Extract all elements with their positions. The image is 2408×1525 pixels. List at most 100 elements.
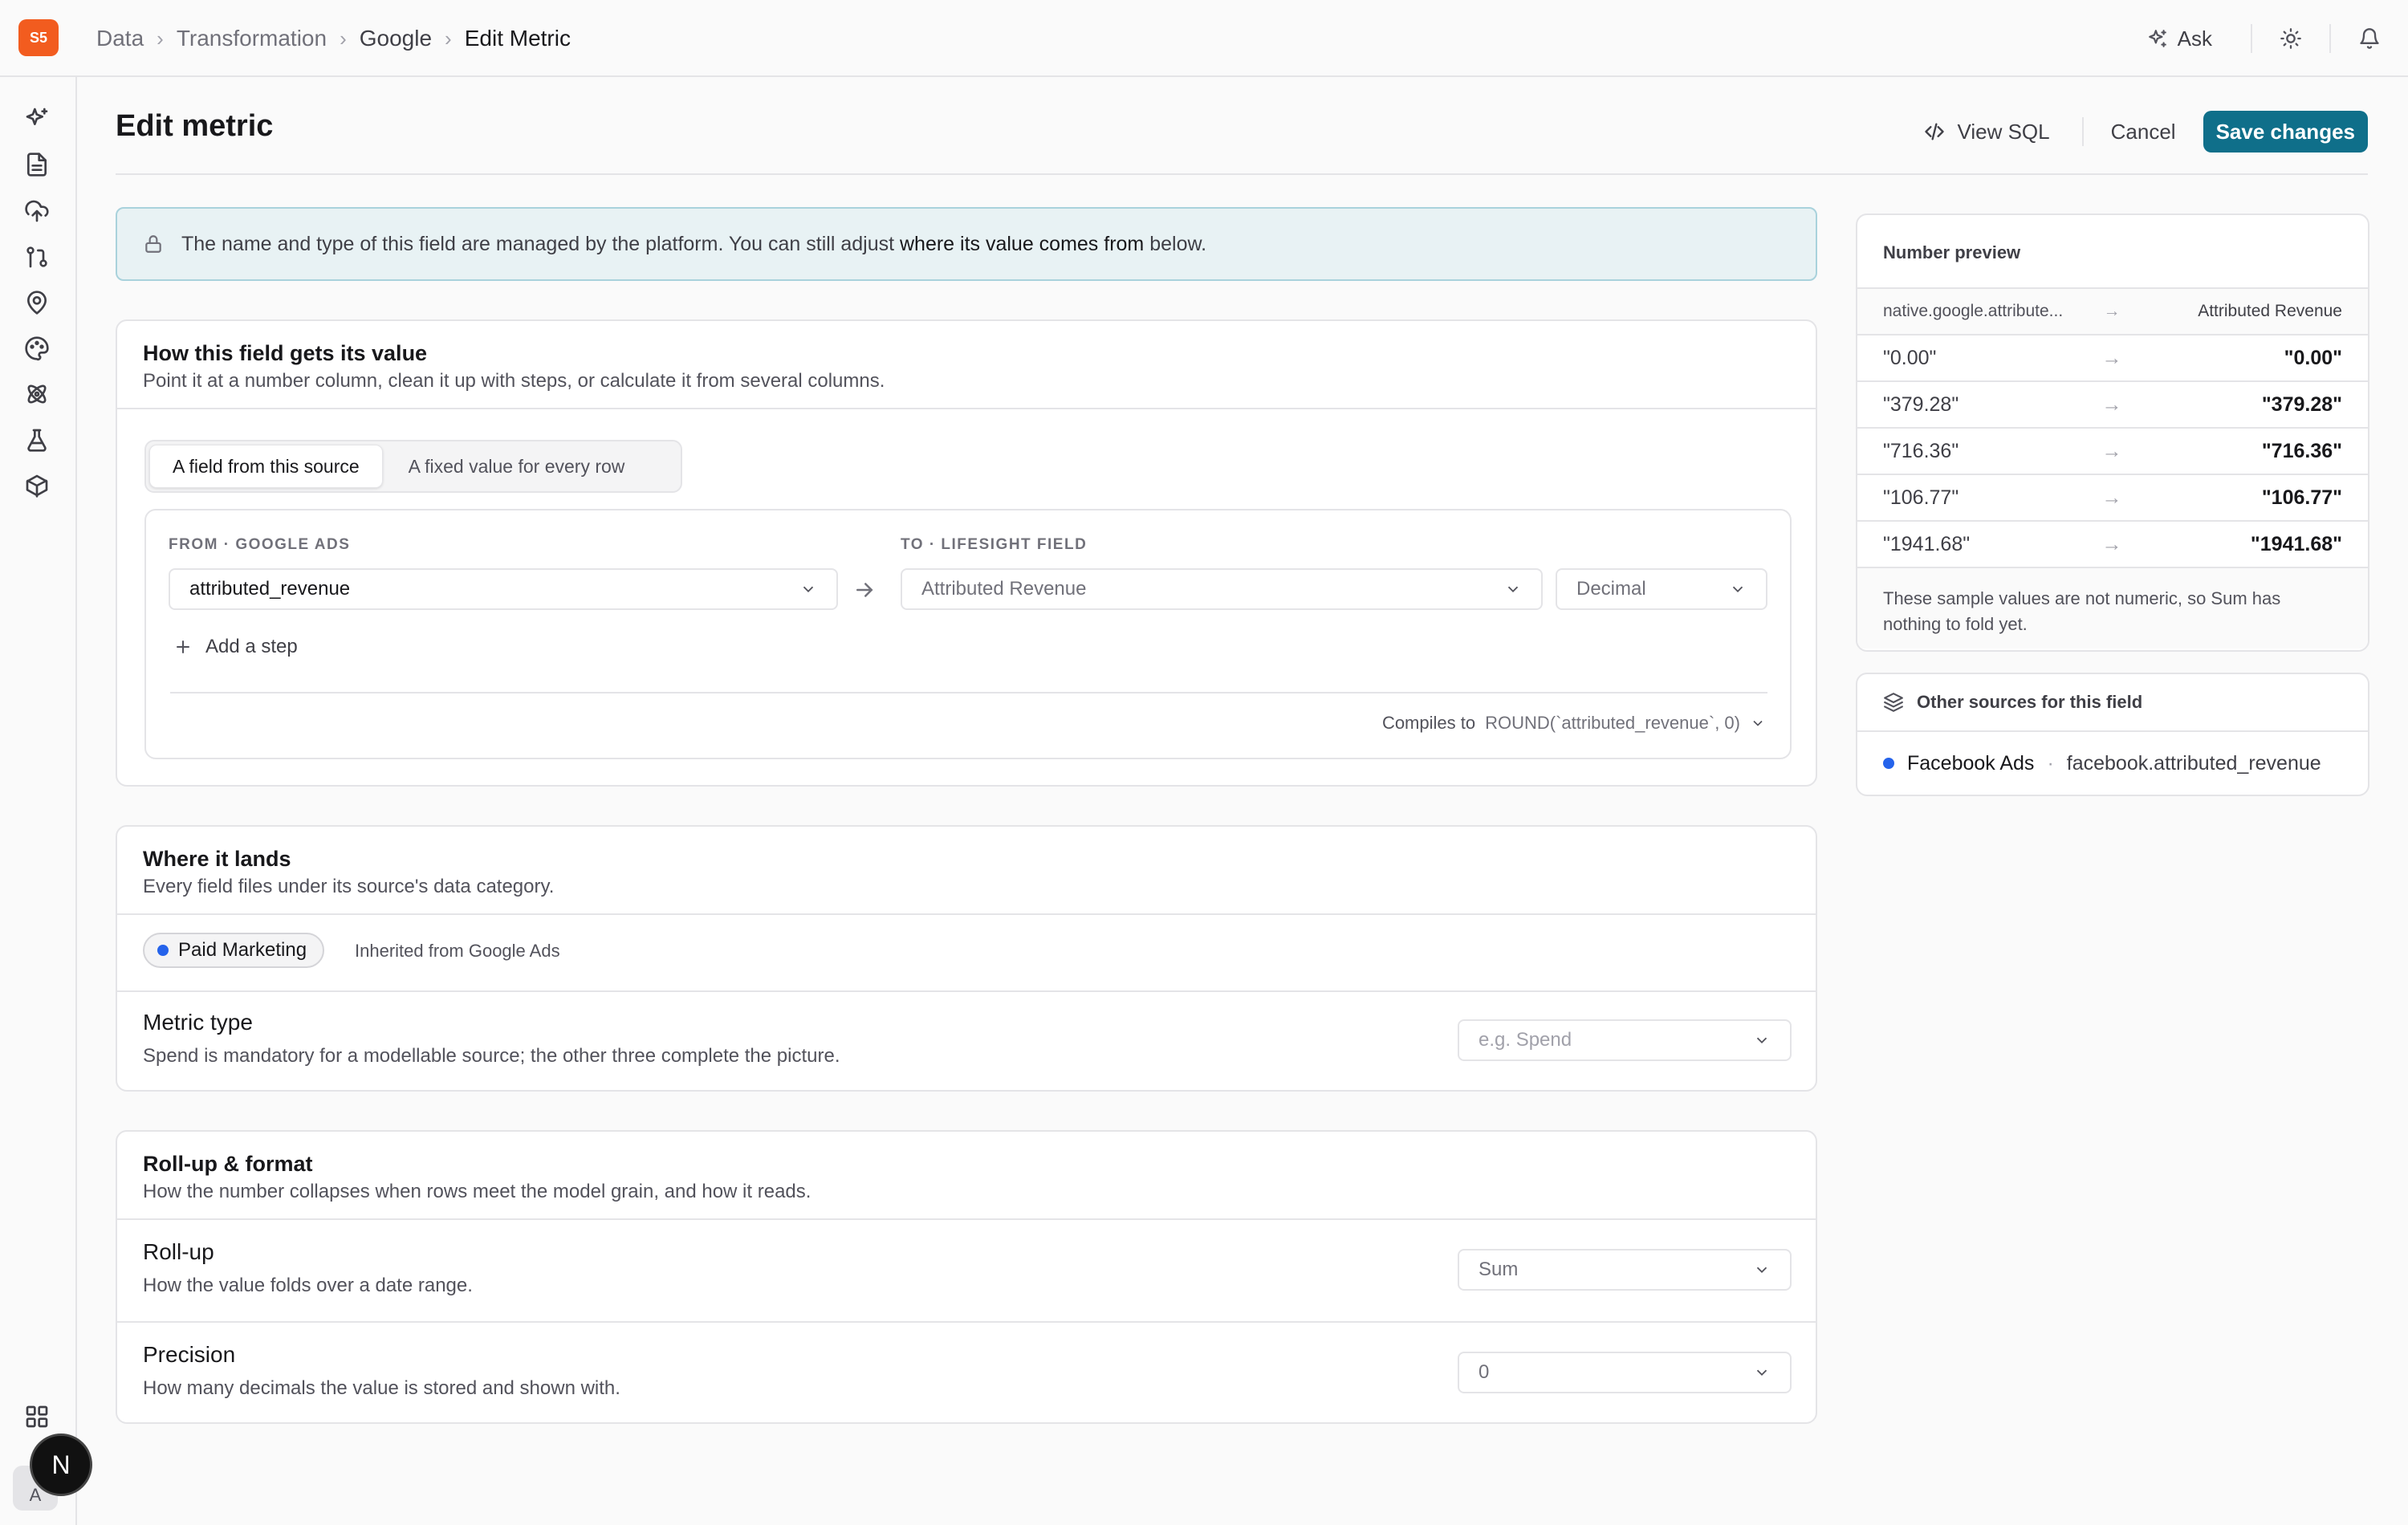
topbar: S5 Data › Transformation › Google › Edit… (0, 0, 2408, 77)
tab-field-from-source[interactable]: A field from this source (149, 445, 383, 488)
sidebar-item-apps[interactable] (21, 1401, 53, 1433)
data-type-value: Decimal (1576, 578, 1646, 600)
breadcrumb-google[interactable]: Google (360, 26, 432, 51)
metric-type-row: Metric type Spend is mandatory for a mod… (117, 990, 1816, 1090)
arrow-right-icon: → (2103, 302, 2121, 320)
preview-row: "0.00" → "0.00" (1857, 334, 2368, 380)
palette-icon (25, 336, 49, 361)
category-badge: Paid Marketing (143, 933, 325, 968)
mapping-box: FROM · GOOGLE ADS attributed_revenue TO … (144, 509, 1792, 759)
compiles-label: Compiles to (1381, 713, 1476, 733)
row-title: Precision (143, 1342, 236, 1367)
source-column-select[interactable]: attributed_revenue (169, 568, 838, 610)
arrow-right-icon: → (2101, 486, 2122, 509)
sidebar-item-experiments[interactable] (21, 424, 53, 456)
preview-input: "379.28" (1883, 392, 1959, 416)
row-subtitle: How many decimals the value is stored an… (143, 1377, 620, 1399)
view-sql-label: View SQL (1957, 119, 2050, 144)
add-step-button[interactable]: Add a step (173, 636, 298, 658)
cloud-upload-icon (25, 200, 49, 222)
inherited-note: Inherited from Google Ads (355, 941, 560, 961)
chevron-down-icon (1756, 1037, 1767, 1044)
cancel-button[interactable]: Cancel (2084, 120, 2203, 144)
cube-icon (26, 474, 48, 498)
category-row: Paid Marketing Inherited from Google Ads (117, 915, 1816, 990)
preview-output: "106.77" (2261, 486, 2342, 509)
panel-title: Other sources for this field (1917, 692, 2143, 712)
lock-icon (145, 235, 161, 253)
arrow-right-icon: → (2101, 532, 2122, 555)
from-label: FROM · GOOGLE ADS (169, 536, 351, 553)
source-dot (1883, 758, 1894, 769)
ask-button[interactable]: Ask (2147, 26, 2212, 51)
to-label: TO · LIFESIGHT FIELD (901, 536, 1088, 553)
preview-output: "716.36" (2261, 439, 2342, 462)
ask-label: Ask (2177, 26, 2212, 51)
preview-output: "0.00" (2284, 346, 2342, 369)
preview-row: "379.28" → "379.28" (1857, 380, 2368, 427)
document-icon (27, 152, 47, 177)
sidebar-item-models[interactable] (21, 378, 53, 410)
row-title: Roll-up (143, 1239, 214, 1264)
chevron-down-icon (1753, 720, 1763, 726)
map-pin-icon (27, 291, 47, 315)
chevron-down-icon (1732, 586, 1743, 593)
preview-input: "716.36" (1883, 439, 1959, 462)
sidebar-item-transformation[interactable] (21, 241, 53, 273)
preview-output: "379.28" (2261, 392, 2342, 416)
source-column-value: attributed_revenue (189, 578, 351, 600)
row-subtitle: How the value folds over a date range. (143, 1275, 473, 1296)
user-avatar[interactable]: N (30, 1434, 92, 1496)
row-title: Metric type (143, 1010, 253, 1035)
save-changes-button[interactable]: Save changes (2203, 111, 2368, 152)
add-step-label: Add a step (205, 636, 298, 657)
breadcrumb-data[interactable]: Data (96, 26, 144, 51)
card-title: How this field gets its value (143, 341, 428, 365)
other-sources-panel: Other sources for this field Facebook Ad… (1856, 673, 2369, 796)
view-sql-button[interactable]: View SQL (1923, 120, 2081, 144)
sidebar-item-creative[interactable] (21, 332, 53, 364)
panel-title: Number preview (1883, 242, 2021, 262)
sidebar-item-upload[interactable] (21, 195, 53, 227)
page-title: Edit metric (116, 109, 274, 143)
precision-value: 0 (1479, 1361, 1490, 1383)
compiles-to-toggle[interactable]: Compiles to ROUND(`attributed_revenue`, … (1382, 713, 1766, 734)
preview-input: "106.77" (1883, 486, 1959, 509)
plus-icon (177, 640, 189, 653)
atom-icon (27, 384, 47, 404)
sparkle-icon (2148, 30, 2166, 47)
preview-row: "1941.68" → "1941.68" (1857, 520, 2368, 567)
target-field-select[interactable]: Attributed Revenue (901, 568, 1543, 610)
rollup-format-card: Roll-up & format How the number collapse… (116, 1130, 1817, 1424)
divider (116, 173, 2368, 175)
source-field: facebook.attributed_revenue (2066, 751, 2321, 775)
sidebar-item-ai[interactable] (21, 103, 53, 135)
card-title: Where it lands (143, 847, 291, 871)
metric-type-select[interactable]: e.g. Spend (1458, 1019, 1792, 1061)
arrow-right-icon: → (2101, 392, 2122, 416)
number-preview-panel: Number preview native.google.attribute..… (1856, 214, 2369, 652)
app-logo[interactable]: S5 (18, 19, 59, 56)
tab-fixed-value[interactable]: A fixed value for every row (386, 445, 648, 488)
rollup-select[interactable]: Sum (1458, 1249, 1792, 1291)
value-mode-toggle: A field from this source A fixed value f… (144, 440, 682, 493)
sidebar-item-locations[interactable] (21, 287, 53, 319)
compiled-sql: ROUND(`attributed_revenue`, 0) (1485, 713, 1740, 733)
sidebar-item-documents[interactable] (21, 148, 53, 181)
theme-toggle-button[interactable] (2252, 0, 2329, 77)
breadcrumb-transformation[interactable]: Transformation (177, 26, 327, 51)
notifications-button[interactable] (2331, 0, 2408, 77)
precision-select[interactable]: 0 (1458, 1352, 1792, 1393)
card-title: Roll-up & format (143, 1152, 313, 1176)
other-source-item[interactable]: Facebook Ads · facebook.attributed_reven… (1857, 732, 2368, 795)
card-subtitle: Point it at a number column, clean it up… (143, 370, 885, 392)
data-type-select[interactable]: Decimal (1556, 568, 1767, 610)
breadcrumb: Data › Transformation › Google › Edit Me… (96, 22, 571, 55)
sidebar-item-packages[interactable] (21, 470, 53, 502)
preview-col-target: Attributed Revenue (2198, 302, 2342, 320)
precision-row: Precision How many decimals the value is… (117, 1321, 1816, 1422)
target-field-value: Attributed Revenue (921, 578, 1087, 600)
preview-col-source: native.google.attribute... (1883, 302, 2064, 320)
chevron-down-icon (1756, 1267, 1767, 1274)
managed-field-notice: The name and type of this field are mana… (116, 207, 1817, 281)
